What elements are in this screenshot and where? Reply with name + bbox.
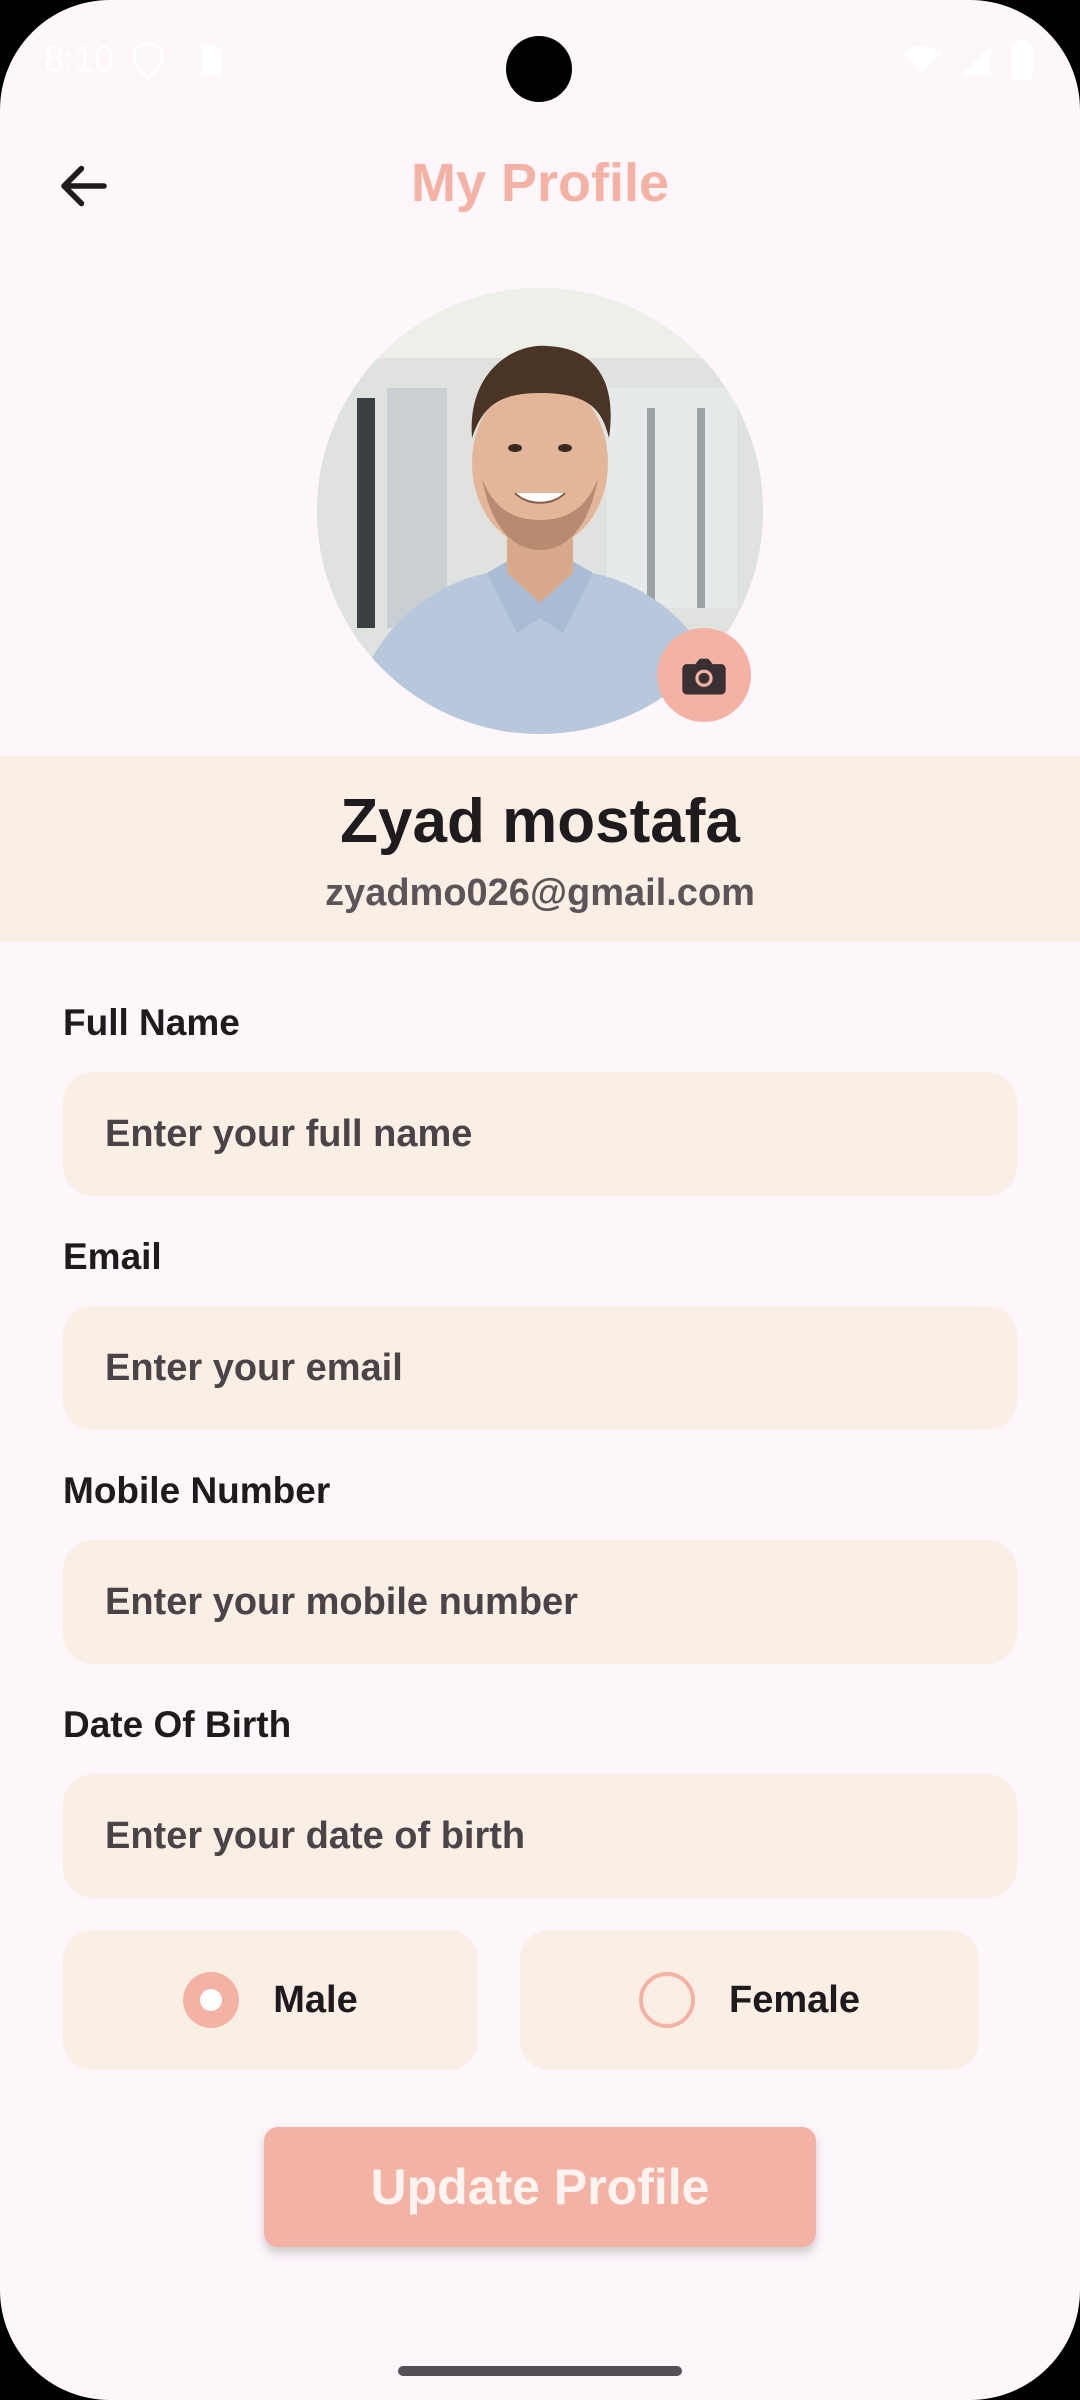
user-email: zyadmo026@gmail.com [325, 872, 755, 914]
full-name-label: Full Name [63, 1002, 240, 1043]
status-time: 8:10 [44, 38, 115, 79]
gender-option-female[interactable]: Female [520, 1930, 979, 2070]
user-name: Zyad mostafa [340, 787, 740, 856]
change-photo-button[interactable] [657, 628, 751, 722]
dob-label: Date Of Birth [63, 1704, 292, 1745]
status-right-icons [902, 40, 1034, 80]
sim-icon [201, 45, 222, 75]
male-label: Male [273, 1978, 358, 2021]
avatar-container [317, 288, 763, 734]
status-left-icons [128, 40, 230, 80]
male-radio[interactable] [183, 1972, 240, 2028]
battery-icon [1011, 40, 1033, 80]
wifi-icon [903, 45, 941, 74]
mobile-input[interactable] [63, 1540, 1017, 1664]
vpn-icon [133, 41, 163, 79]
female-label: Female [729, 1978, 860, 2021]
full-name-input[interactable] [63, 1072, 1017, 1196]
camera-icon [682, 658, 726, 695]
dob-input[interactable] [63, 1774, 1017, 1898]
front-camera [506, 36, 572, 102]
app-bar: My Profile [0, 140, 1080, 230]
home-indicator[interactable] [398, 2366, 682, 2376]
female-radio[interactable] [639, 1972, 696, 2028]
update-profile-button[interactable]: Update Profile [264, 2127, 816, 2247]
email-input[interactable] [63, 1306, 1017, 1430]
signal-icon [961, 45, 991, 75]
profile-screen: 8:10 My Profile Zyad mostafa zyadmo026@g… [0, 0, 1080, 2400]
page-title: My Profile [410, 153, 670, 213]
mobile-label: Mobile Number [63, 1470, 331, 1511]
profile-summary: Zyad mostafa zyadmo026@gmail.com [0, 756, 1080, 942]
status-bar: 8:10 [0, 0, 1080, 120]
gender-option-male[interactable]: Male [63, 1930, 478, 2070]
email-label: Email [63, 1236, 162, 1277]
